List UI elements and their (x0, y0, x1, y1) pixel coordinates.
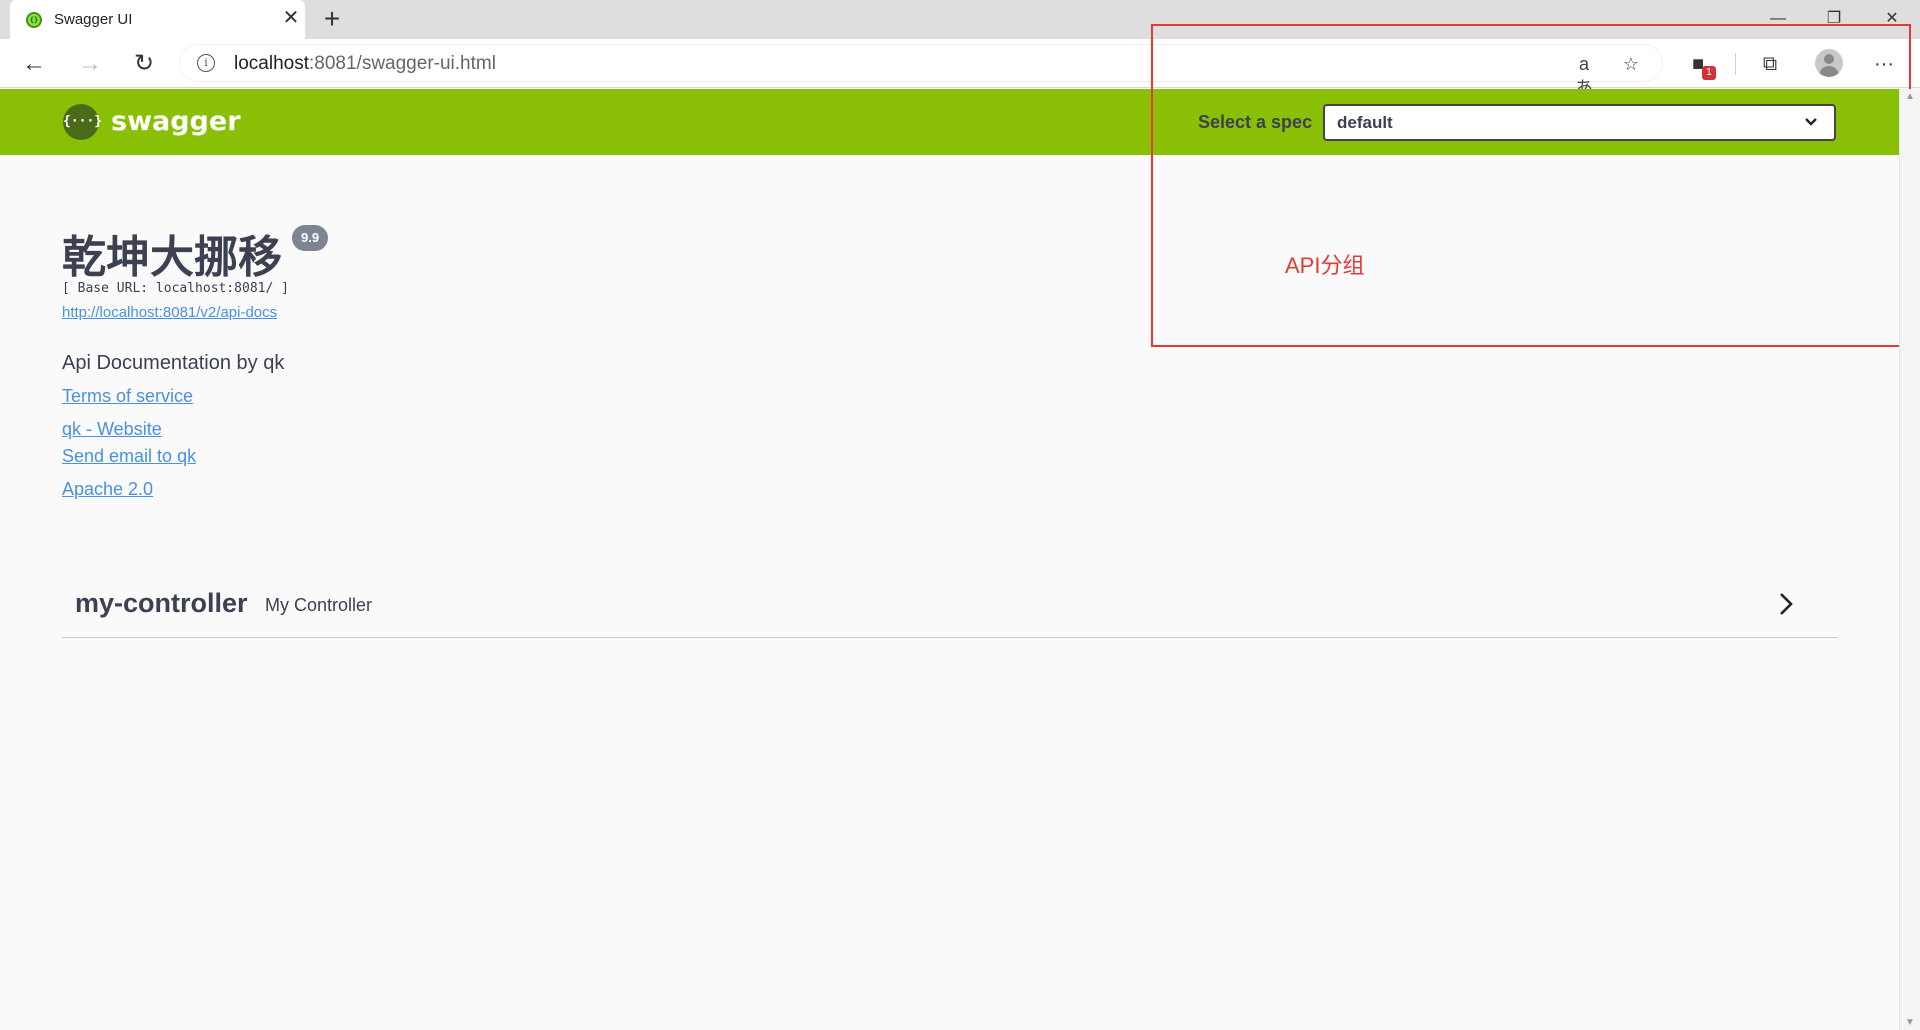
url-path: :8081/swagger-ui.html (309, 53, 496, 74)
forward-icon[interactable]: → (74, 48, 106, 80)
url-host: localhost (234, 53, 309, 74)
reload-icon[interactable]: ↻ (128, 48, 160, 80)
tag-name: my-controller (75, 588, 248, 618)
license-link[interactable]: Apache 2.0 (62, 479, 153, 500)
annotation-box (1151, 24, 1911, 347)
page-scrollbar[interactable]: ▲ ▼ (1899, 89, 1920, 1030)
tag-description: My Controller (265, 595, 373, 615)
back-icon[interactable]: ← (18, 48, 50, 80)
url-text[interactable]: localhost:8081/swagger-ui.html (234, 53, 496, 75)
base-url: [ Base URL: localhost:8081/ ] (62, 281, 289, 296)
swagger-logo-text[interactable]: swagger (111, 106, 241, 137)
version-badge: 9.9 (292, 225, 329, 251)
scroll-up-icon[interactable]: ▲ (1905, 91, 1915, 102)
api-title: 乾坤大挪移 (62, 232, 282, 283)
info-icon[interactable]: i (197, 54, 215, 72)
tag-section-my-controller[interactable]: my-controller My Controller (62, 578, 1837, 638)
tab-title: Swagger UI (54, 11, 133, 28)
api-docs-link[interactable]: http://localhost:8081/v2/api-docs (62, 304, 277, 321)
contact-website-link[interactable]: qk - Website (62, 419, 162, 440)
contact-email-link[interactable]: Send email to qk (62, 446, 196, 467)
swagger-logo-icon[interactable]: {···} (63, 104, 102, 140)
close-icon[interactable]: ✕ (280, 7, 302, 29)
terms-of-service-link[interactable]: Terms of service (62, 386, 193, 407)
api-description: Api Documentation by qk (62, 352, 285, 374)
new-tab-button[interactable]: + (318, 4, 346, 34)
scroll-down-icon[interactable]: ▼ (1905, 1017, 1915, 1028)
chevron-right-icon[interactable] (1775, 590, 1797, 618)
annotation-label: API分组 (1285, 253, 1365, 278)
browser-tab[interactable]: {} Swagger UI ✕ (10, 0, 305, 39)
swagger-favicon-icon: {} (26, 12, 42, 28)
